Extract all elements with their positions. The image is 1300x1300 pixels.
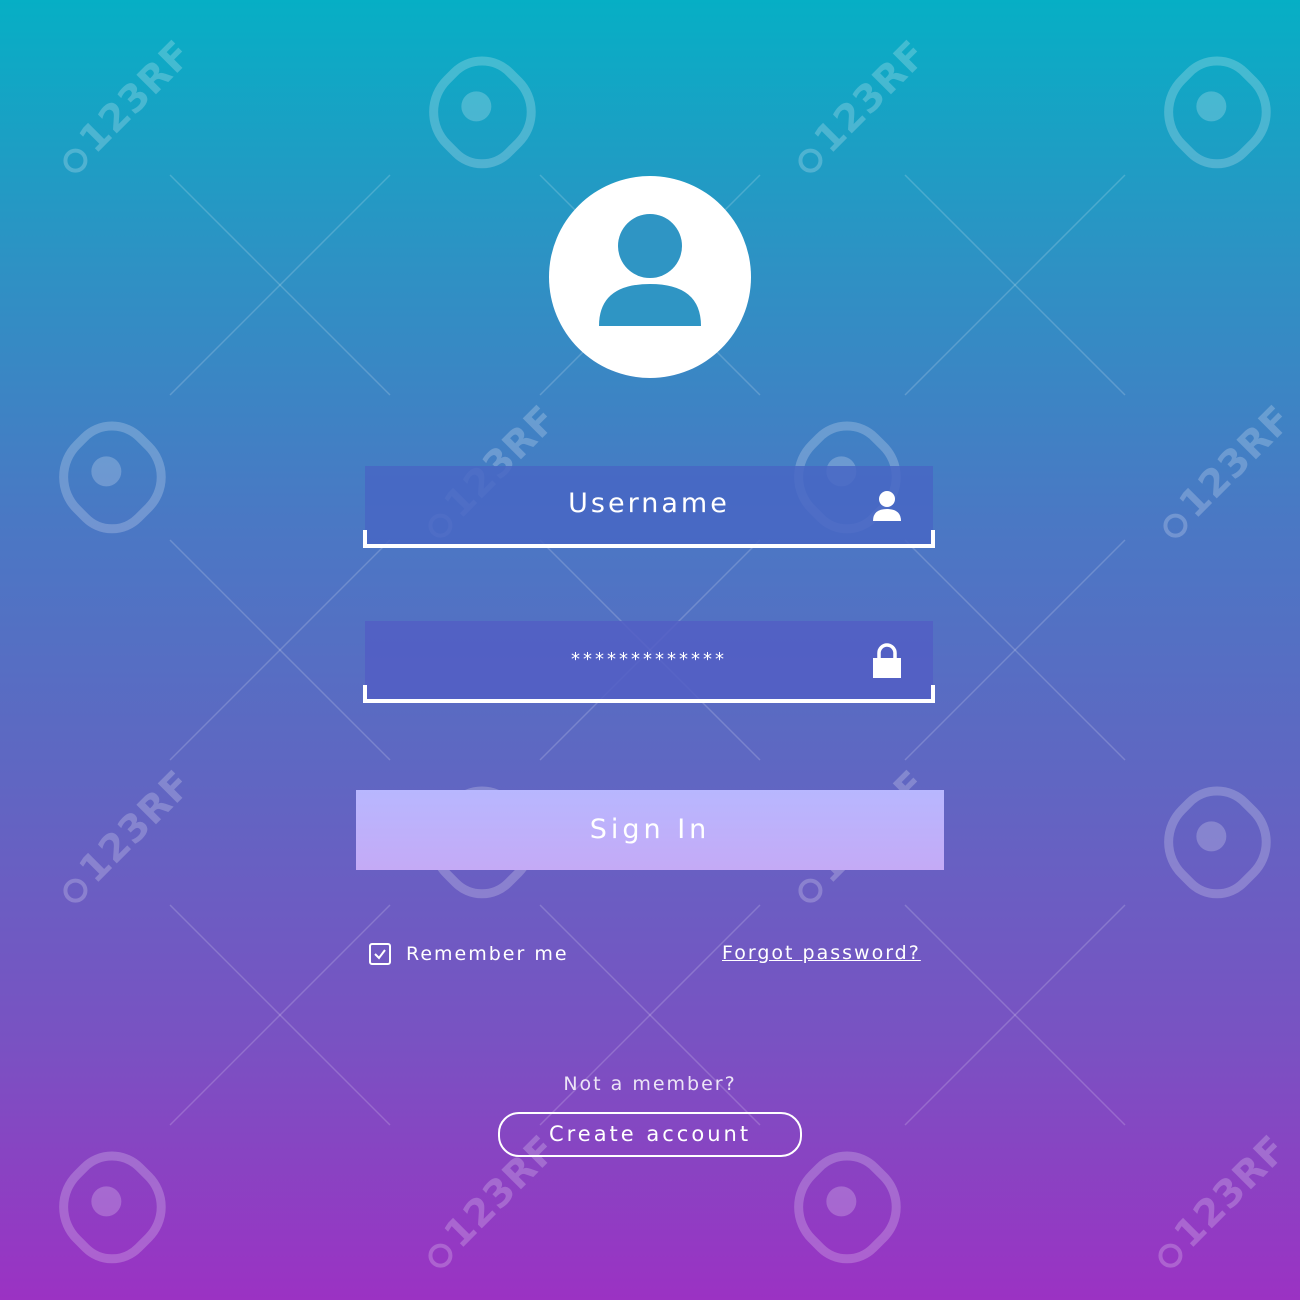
remember-me-label: Remember me <box>406 943 569 965</box>
watermark-text: 123RF <box>49 761 200 912</box>
watermark-logo-icon <box>1143 38 1291 186</box>
forgot-password-link[interactable]: Forgot password? <box>722 942 921 964</box>
watermark-text: 123RF <box>49 31 200 182</box>
username-placeholder: Username <box>568 488 730 519</box>
user-icon <box>870 488 904 526</box>
watermark-text: 123RF <box>784 31 935 182</box>
watermark-logo-icon <box>1143 768 1291 916</box>
username-underline <box>363 530 935 548</box>
watermark-text: 123RF <box>1149 396 1300 547</box>
watermark-logo-icon <box>38 403 186 551</box>
password-value: ************* <box>571 649 727 670</box>
not-a-member-text: Not a member? <box>563 1073 737 1095</box>
watermark-logo-icon <box>408 38 556 186</box>
avatar <box>549 176 751 378</box>
watermark-logo-icon <box>38 1133 186 1281</box>
password-field[interactable]: ************* <box>363 621 935 703</box>
checkmark-icon <box>374 949 386 960</box>
password-underline <box>363 685 935 703</box>
lock-icon <box>872 643 902 683</box>
watermark-text: 123RF <box>1144 1126 1295 1277</box>
sign-in-button[interactable]: Sign In <box>356 790 944 870</box>
remember-me-checkbox[interactable] <box>369 943 391 965</box>
user-avatar-icon <box>599 214 701 326</box>
create-account-button[interactable]: Create account <box>498 1112 802 1157</box>
watermark-logo-icon <box>773 1133 921 1281</box>
username-field[interactable]: Username <box>363 466 935 548</box>
remember-me-option[interactable]: Remember me <box>369 942 569 966</box>
